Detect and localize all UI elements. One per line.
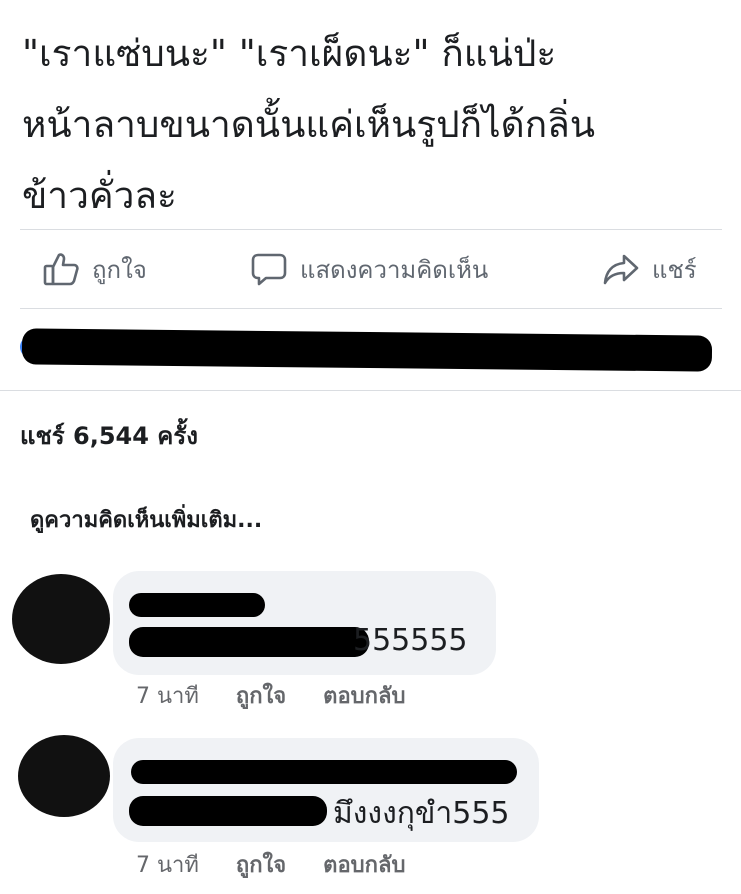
post-line-1: "เราแซ่บนะ" "เราเผ็ดนะ" ก็แน่ป่ะ <box>22 32 557 75</box>
comment-bubble-icon <box>250 250 288 288</box>
action-bar: ถูกใจ แสดงความคิดเห็น แชร์ <box>20 230 722 308</box>
comment-like-button[interactable]: ถูกใจ <box>236 684 286 709</box>
like-button[interactable]: ถูกใจ <box>42 230 147 308</box>
comment-time: 7 นาที <box>136 853 199 878</box>
avatar[interactable] <box>18 735 110 817</box>
post-text: "เราแซ่บนะ" "เราเผ็ดนะ" ก็แน่ป่ะ หน้าลาบ… <box>22 18 722 231</box>
comment-text: มึงงงกุขำ555 <box>333 796 510 831</box>
post-line-3: ข้าวคั่วละ <box>22 174 177 217</box>
post-line-2: หน้าลาบขนาดนั้นแค่เห็นรูปก็ได้กลิ่น <box>22 103 596 146</box>
comment-time: 7 นาที <box>136 684 199 709</box>
share-count[interactable]: แชร์ 6,544 ครั้ง <box>20 416 198 455</box>
divider <box>0 390 741 391</box>
like-label: ถูกใจ <box>92 255 147 284</box>
redaction-mark <box>131 760 517 784</box>
comment-like-button[interactable]: ถูกใจ <box>236 853 286 878</box>
share-label: แชร์ <box>652 255 697 284</box>
divider <box>20 308 722 309</box>
comment-reply-button[interactable]: ตอบกลับ <box>323 684 405 709</box>
share-arrow-icon <box>602 250 640 288</box>
redaction-mark <box>129 627 369 657</box>
redaction-mark <box>129 593 265 617</box>
share-button[interactable]: แชร์ <box>602 230 697 308</box>
comment-meta: 7 นาที ถูกใจ ตอบกลับ <box>136 678 435 713</box>
comment-meta: 7 นาที ถูกใจ ตอบกลับ <box>136 847 435 882</box>
thumbs-up-icon <box>42 250 80 288</box>
comment-bubble: 555555 <box>113 571 496 675</box>
comment-label: แสดงความคิดเห็น <box>300 255 489 284</box>
comment-text: 555555 <box>353 623 468 658</box>
reactions-summary[interactable]: คน <box>20 318 722 380</box>
comment-item: 555555 7 นาที ถูกใจ ตอบกลับ <box>0 566 741 716</box>
view-more-comments-link[interactable]: ดูความคิดเห็นเพิ่มเติม... <box>30 502 262 537</box>
redaction-mark <box>129 796 327 826</box>
comment-item: มึงงงกุขำ555 7 นาที ถูกใจ ตอบกลับ <box>0 735 741 890</box>
comment-reply-button[interactable]: ตอบกลับ <box>323 853 405 878</box>
redaction-mark <box>21 328 713 372</box>
avatar[interactable] <box>12 574 110 664</box>
comment-bubble: มึงงงกุขำ555 <box>113 738 539 842</box>
